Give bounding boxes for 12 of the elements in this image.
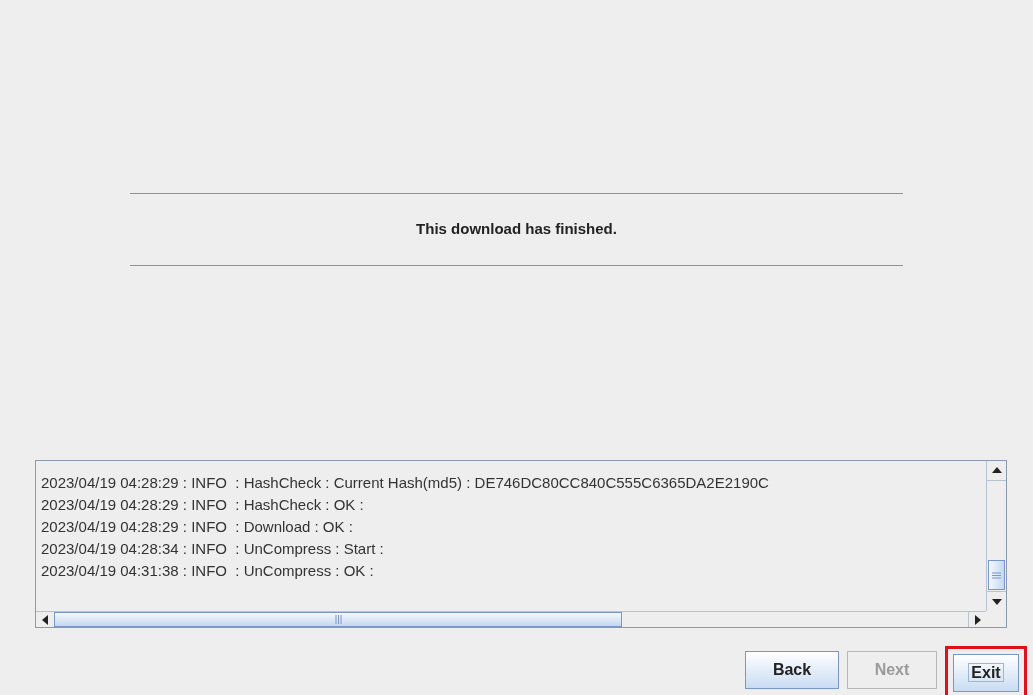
- log-line: 2023/04/19 04:31:38 : INFO : UnCompress : OK :: [41, 560, 375, 581]
- wizard-button[interactable]: Exit: [953, 654, 1019, 692]
- log-line: 2023/04/19 04:28:34 : INFO : UnCompress : Start :: [41, 538, 385, 559]
- scroll-thumb[interactable]: [988, 560, 1005, 590]
- status-message: This download has finished.: [416, 219, 617, 240]
- wizard-button[interactable]: Back: [745, 651, 839, 689]
- log-line: 2023/04/19 04:28:29 : INFO : Download : OK :: [41, 516, 354, 537]
- scroll-thumb[interactable]: [54, 612, 622, 627]
- horizontal-scrollbar[interactable]: [36, 611, 986, 627]
- log-line: 2023/04/19 04:28:29 : INFO : HashCheck : OK :: [41, 494, 365, 515]
- log-line: 2023/04/19 04:28:29 : INFO : HashCheck : Current Hash(md5) : DE746DC80CC840C555C6365DA2E2190C: [41, 472, 770, 493]
- vertical-scrollbar[interactable]: [986, 460, 1006, 611]
